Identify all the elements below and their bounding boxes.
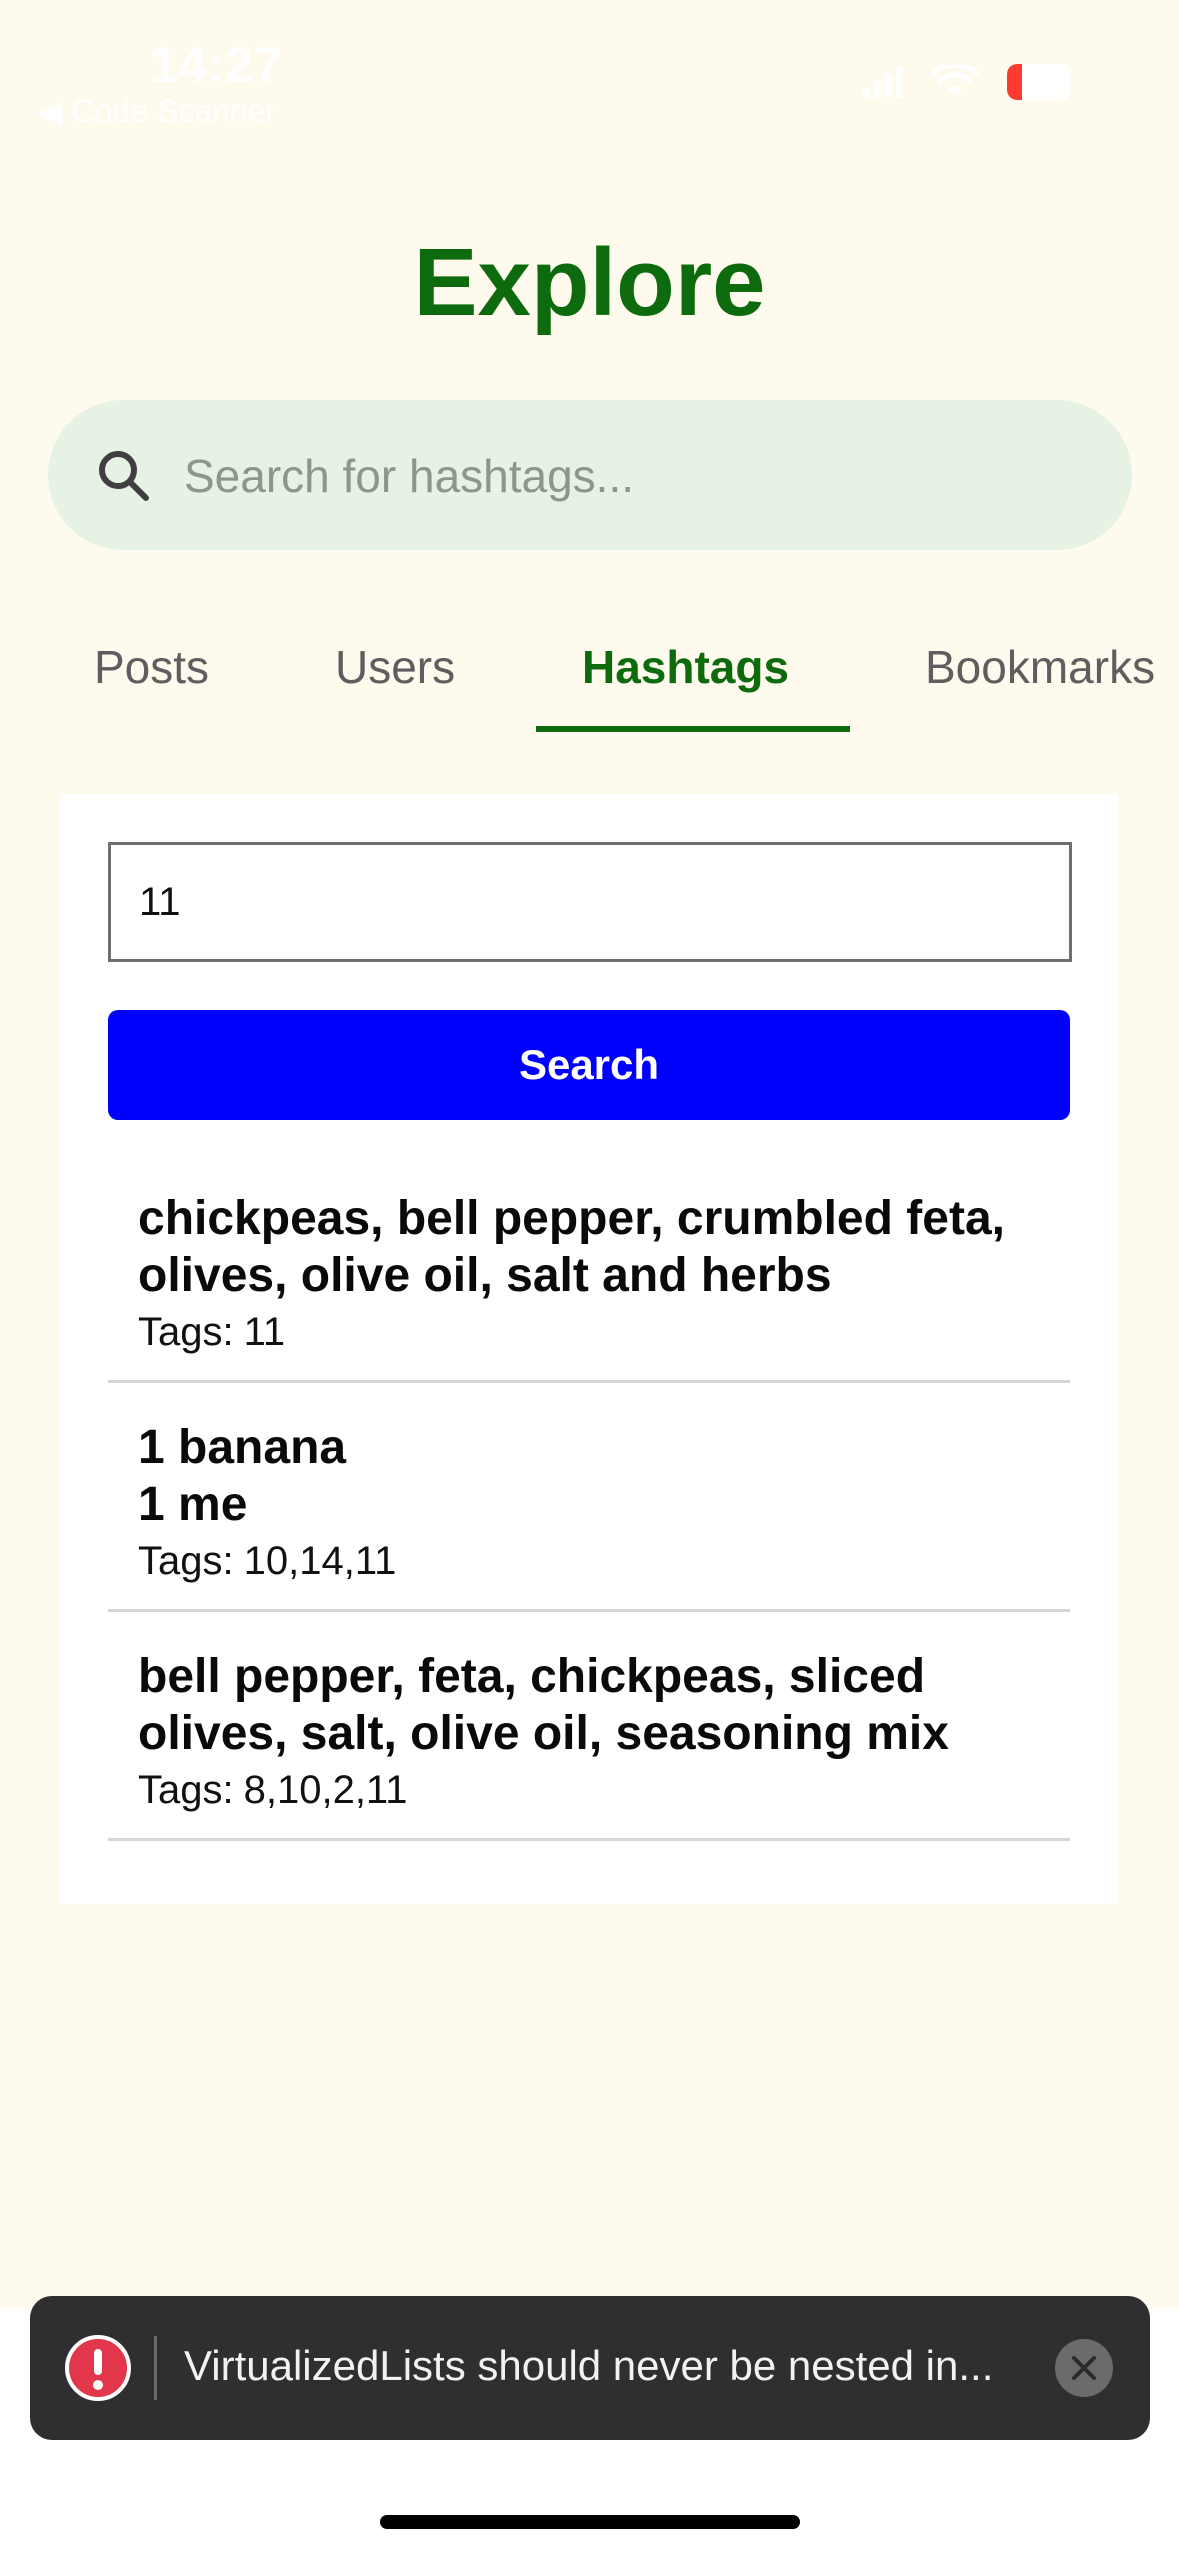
- search-button[interactable]: Search: [108, 1010, 1070, 1120]
- result-title: bell pepper, feta, chickpeas, sliced oli…: [138, 1650, 949, 1760]
- tab-hashtags[interactable]: Hashtags: [582, 640, 789, 694]
- tags-value: 8,10,2,11: [243, 1768, 408, 1812]
- tags-value: 11: [243, 1310, 286, 1354]
- home-indicator[interactable]: [380, 2515, 800, 2529]
- result-title: chickpeas, bell pepper, crumbled feta, o…: [138, 1192, 1005, 1302]
- toast-message[interactable]: VirtualizedLists should never be nested …: [184, 2342, 1064, 2390]
- hashtag-panel: Search chickpeas, bell pepper, crumbled …: [60, 794, 1118, 1904]
- close-icon[interactable]: [1054, 2338, 1114, 2398]
- results-list: chickpeas, bell pepper, crumbled feta, o…: [108, 1154, 1070, 1841]
- list-item[interactable]: bell pepper, feta, chickpeas, sliced oli…: [108, 1612, 1070, 1841]
- page-title: Explore: [413, 229, 766, 336]
- hashtag-id-input[interactable]: [108, 842, 1072, 962]
- battery-level: 23: [1025, 67, 1054, 97]
- battery-icon: 23: [1007, 64, 1079, 100]
- wifi-icon: [931, 65, 979, 97]
- search-icon: [99, 451, 149, 501]
- result-tags: Tags: 11: [138, 1304, 1040, 1360]
- status-icons: 23: [863, 64, 1079, 100]
- status-time: 14:27: [150, 37, 283, 93]
- tab-posts[interactable]: Posts: [94, 640, 209, 694]
- tags-label: Tags:: [138, 1310, 234, 1354]
- list-item[interactable]: 1 banana 1 me Tags: 10,14,11: [108, 1383, 1070, 1612]
- result-title: 1 banana 1 me: [138, 1421, 347, 1531]
- hashtag-search-input[interactable]: [182, 430, 1086, 522]
- error-icon: [65, 2335, 131, 2401]
- result-tags: Tags: 8,10,2,11: [138, 1762, 1040, 1818]
- hashtag-search-bar[interactable]: [48, 400, 1132, 550]
- tab-bookmarks[interactable]: Bookmarks: [925, 640, 1155, 694]
- tags-value: 10,14,11: [243, 1539, 397, 1583]
- tags-label: Tags:: [138, 1768, 234, 1812]
- cellular-signal-icon: [863, 66, 903, 98]
- tab-users[interactable]: Users: [335, 640, 455, 694]
- tags-label: Tags:: [138, 1539, 234, 1583]
- list-item[interactable]: chickpeas, bell pepper, crumbled feta, o…: [108, 1154, 1070, 1383]
- status-bar: 14:27 ◀ Code Scanner 23: [0, 0, 1179, 140]
- toast-divider: [154, 2336, 157, 2400]
- result-tags: Tags: 10,14,11: [138, 1533, 1040, 1589]
- active-tab-indicator: [536, 726, 850, 732]
- explore-tabs: Posts Users Hashtags Bookmarks: [0, 620, 1179, 740]
- error-toast[interactable]: VirtualizedLists should never be nested …: [30, 2296, 1150, 2440]
- back-to-app-link[interactable]: ◀ Code Scanner: [38, 92, 276, 130]
